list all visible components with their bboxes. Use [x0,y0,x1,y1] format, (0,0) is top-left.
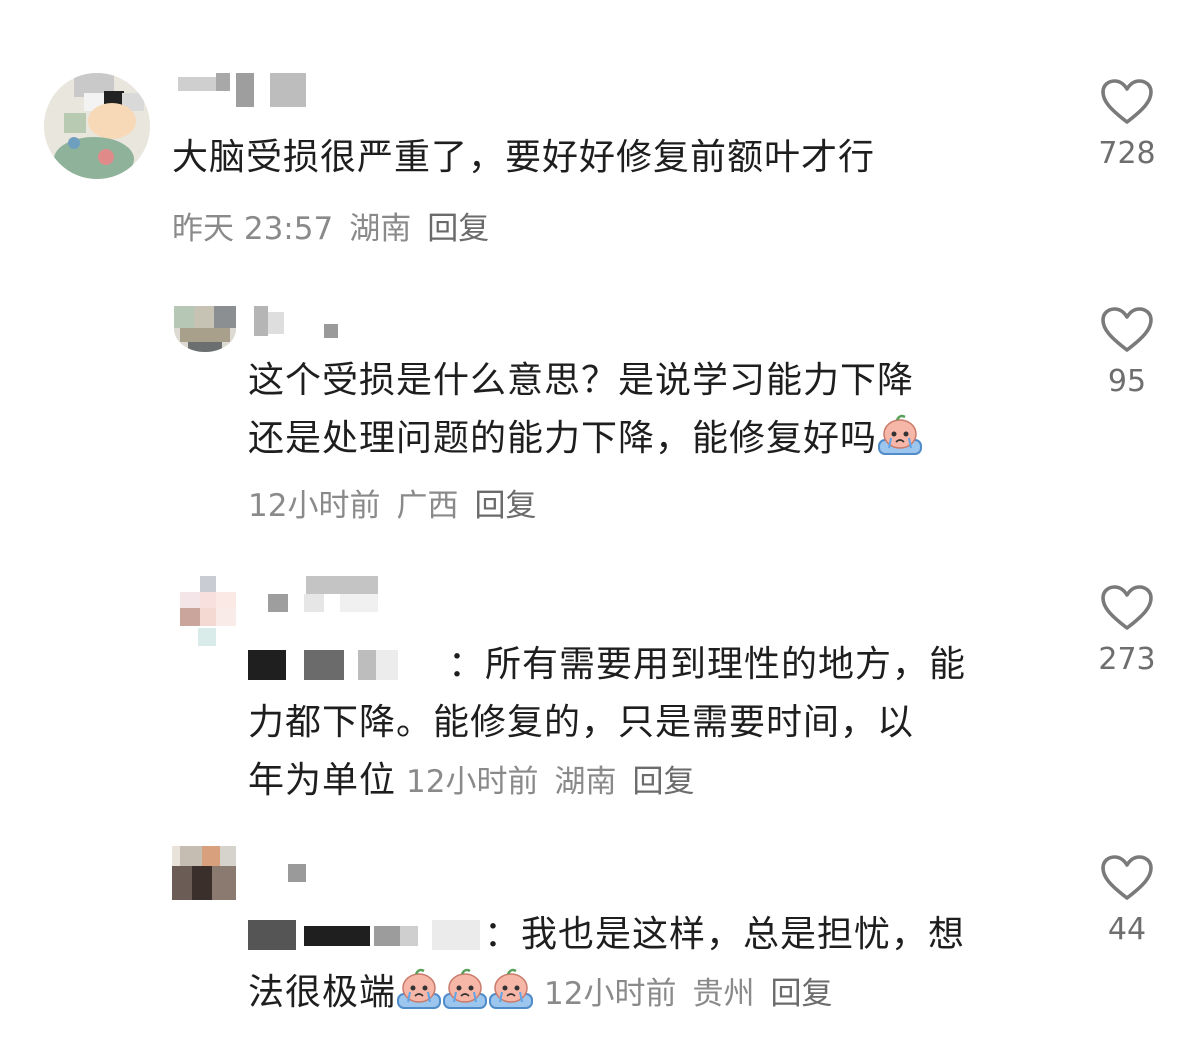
username-blurred[interactable] [178,73,318,113]
comment-text-line: 法很极端 12小时前 贵州 回复 [248,964,965,1023]
heart-outline-icon [1101,855,1153,900]
comment-time: 12小时前 [544,976,677,1012]
heart-outline-icon [1101,585,1153,630]
comment-time: 12小时前 [406,764,539,800]
like-count: 728 [1098,136,1156,171]
comment-text-line: 还是处理问题的能力下降，能修复好吗 [248,410,923,468]
crying-peach-emoji [489,968,534,1009]
username-blurred[interactable] [254,306,364,346]
comment-meta: 12小时前 湖南 回复 [406,764,710,800]
like-button[interactable]: 273 [1096,584,1158,677]
comment-location: 贵州 [692,976,755,1012]
comment-meta: 12小时前 贵州 回复 [544,976,848,1012]
comment-location: 广西 [396,488,459,524]
reply-button[interactable]: 回复 [770,976,832,1012]
mention-blurred[interactable] [248,650,448,680]
avatar[interactable] [44,73,150,179]
mention-blurred[interactable] [248,920,484,950]
comment-text: 这个受损是什么意思？是说学习能力下降 还是处理问题的能力下降，能修复好吗 [248,352,923,468]
like-button[interactable]: 728 [1096,78,1158,171]
heart-outline-icon [1101,79,1153,124]
crying-peach-emoji [397,968,442,1009]
like-count: 44 [1107,912,1147,947]
comment-location: 湖南 [349,211,412,247]
comment-location: 湖南 [554,764,617,800]
reply-button[interactable]: 回复 [632,764,694,800]
comment-text-line: 力都下降。能修复的，只是需要时间，以 [248,702,915,743]
comment-meta: 12小时前 广西 回复 [248,480,552,525]
comment-text-line: ：我也是这样，总是担忧，想 [248,906,965,964]
avatar[interactable] [180,576,236,646]
like-count: 273 [1098,642,1156,677]
reply-button[interactable]: 回复 [474,488,536,524]
comment-time: 12小时前 [248,488,381,524]
like-button[interactable]: 95 [1096,306,1158,399]
comment-time: 昨天 23:57 [172,211,334,247]
comment-text: ：所有需要用到理性的地方，能 力都下降。能修复的，只是需要时间，以 年为单位 12… [248,636,966,811]
comment-text-line: 年为单位 12小时前 湖南 回复 [248,752,966,811]
comment-text-line: ：所有需要用到理性的地方，能 [248,636,966,694]
avatar[interactable] [172,846,236,900]
comment-meta: 昨天 23:57 湖南 回复 [172,203,505,248]
crying-peach-emoji [443,968,488,1009]
like-button[interactable]: 44 [1096,854,1158,947]
avatar[interactable] [174,306,236,352]
username-blurred[interactable] [288,864,328,904]
like-count: 95 [1107,364,1147,399]
crying-peach-emoji [878,414,923,455]
comment-text: ：我也是这样，总是担忧，想 法很极端 12小时前 贵州 回复 [248,906,965,1023]
username-blurred[interactable] [268,576,388,616]
reply-button[interactable]: 回复 [427,211,489,247]
heart-outline-icon [1101,307,1153,352]
comment-text: 大脑受损很严重了，要好好修复前额叶才行 [172,137,876,178]
comment-text-line: 这个受损是什么意思？是说学习能力下降 [248,360,915,401]
